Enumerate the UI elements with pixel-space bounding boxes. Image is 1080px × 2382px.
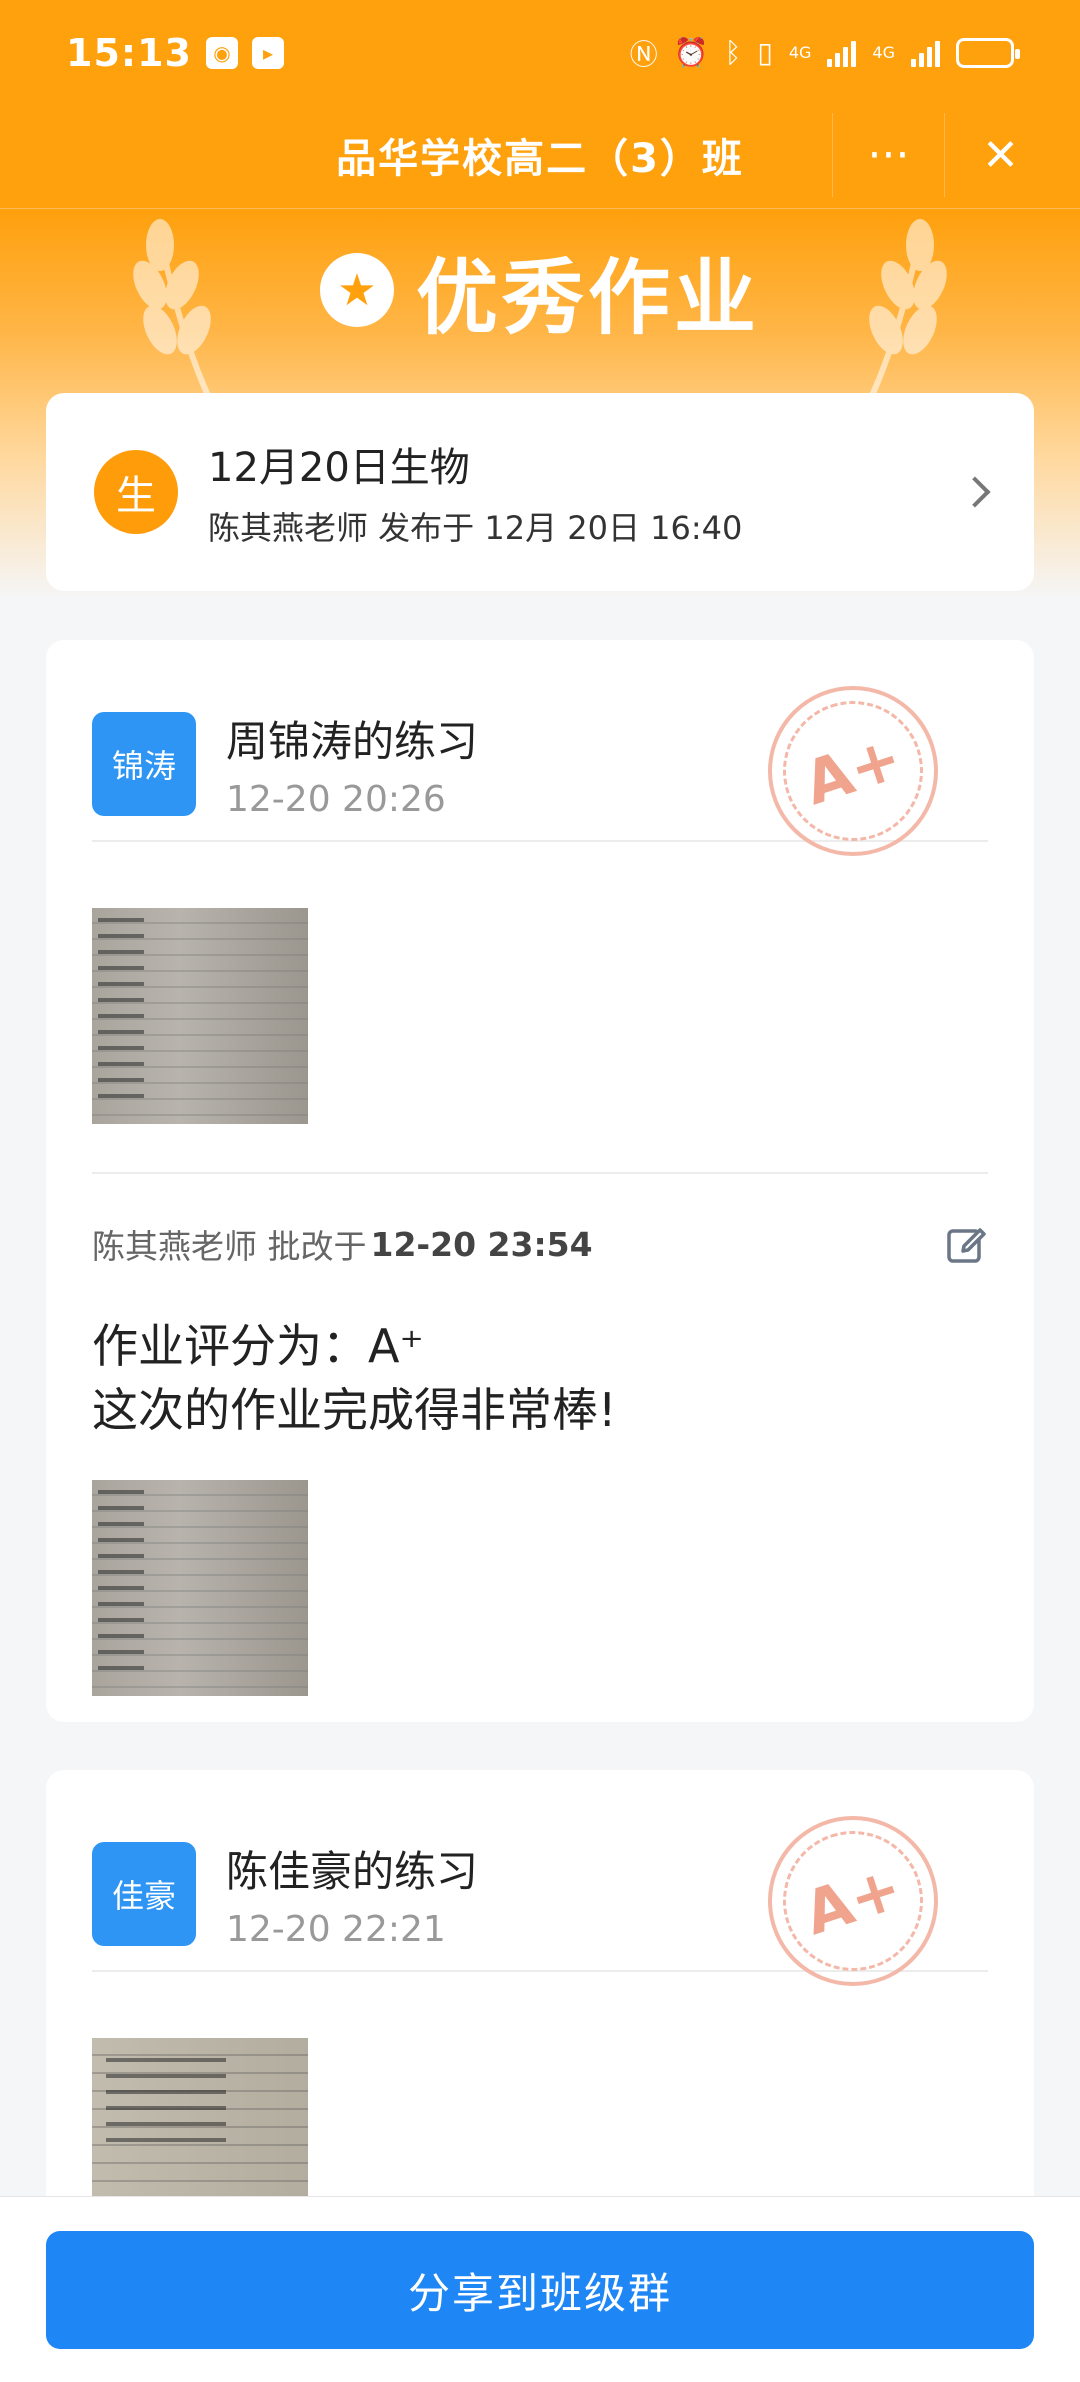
review-time: 12-20 23:54	[370, 1224, 593, 1264]
bottom-bar: 分享到班级群	[0, 2196, 1080, 2382]
student-info: 陈佳豪的练习 12-20 22:21	[226, 1838, 478, 1950]
battery-icon	[956, 37, 1020, 68]
vibrate-icon: ▯	[757, 36, 773, 69]
grade-stamp-text: A+	[764, 682, 942, 860]
review-grade-line: 作业评分为：A⁺	[92, 1319, 424, 1373]
edit-icon[interactable]	[944, 1222, 988, 1266]
submission-time: 12-20 20:26	[226, 779, 446, 820]
share-to-class-group-button[interactable]: 分享到班级群	[46, 2231, 1034, 2349]
grade-stamp-icon: A+	[764, 1812, 942, 1990]
status-indicators: Ⓝ ⏰ ᛒ ▯ 4G 4G	[629, 33, 1020, 73]
grade-stamp-text: A+	[764, 1812, 942, 1990]
review-photo[interactable]	[92, 1480, 308, 1696]
subject-avatar: 生	[94, 450, 178, 534]
review-comment: 这次的作业完成得非常棒!	[92, 1383, 617, 1437]
assignment-title: 12月20日生物	[208, 445, 470, 491]
bluetooth-icon: ᛒ	[724, 36, 742, 69]
student-info: 周锦涛的练习 12-20 20:26	[226, 708, 478, 820]
app-notification-icon: ▸	[251, 36, 284, 69]
submission-card: 锦涛 周锦涛的练习 12-20 20:26 A+ 陈其燕老师 批改于 12-20…	[46, 640, 1034, 1722]
status-time: 15:13	[66, 30, 192, 75]
page-title: 品华学校高二（3）班	[336, 136, 744, 182]
student-avatar: 锦涛	[92, 712, 196, 816]
nav-bar: 品华学校高二（3）班 ··· ✕	[0, 105, 1080, 205]
chevron-right-icon	[959, 476, 991, 508]
assignment-info: 12月20日生物 陈其燕老师 发布于 12月 20日 16:40	[208, 435, 742, 549]
nav-actions: ··· ✕	[832, 105, 1056, 205]
assignment-subtitle: 陈其燕老师 发布于 12月 20日 16:40	[208, 509, 743, 547]
student-name: 周锦涛的练习	[226, 717, 479, 766]
medal-icon: ★	[319, 253, 394, 327]
banner: ★ 优秀作业	[0, 225, 1080, 355]
submission-time: 12-20 22:21	[226, 1909, 446, 1950]
homework-photo[interactable]	[92, 908, 308, 1124]
network-type-2: 4G	[872, 43, 895, 62]
network-type-1: 4G	[788, 43, 812, 62]
student-avatar: 佳豪	[92, 1842, 196, 1946]
nfc-icon: Ⓝ	[629, 37, 658, 71]
banner-title: 优秀作业	[415, 250, 760, 346]
signal-icon	[827, 39, 857, 67]
assignment-card[interactable]: 生 12月20日生物 陈其燕老师 发布于 12月 20日 16:40	[46, 393, 1034, 591]
close-button[interactable]: ✕	[944, 113, 1056, 197]
signal-icon-2	[911, 39, 940, 67]
weibo-icon: ◉	[205, 36, 238, 69]
student-header: 佳豪 陈佳豪的练习 12-20 22:21 A+	[92, 1770, 988, 1990]
student-name: 陈佳豪的练习	[226, 1847, 479, 1896]
review-header: 陈其燕老师 批改于 12-20 23:54	[92, 1174, 988, 1314]
review-teacher: 陈其燕老师 批改于	[92, 1227, 367, 1266]
alarm-icon: ⏰	[673, 36, 709, 69]
student-header: 锦涛 周锦涛的练习 12-20 20:26 A+	[92, 640, 988, 860]
status-bar: 15:13 ◉ ▸ Ⓝ ⏰ ᛒ ▯ 4G 4G	[0, 0, 1080, 105]
grade-stamp-icon: A+	[764, 682, 942, 860]
nav-divider	[0, 208, 1080, 209]
more-button[interactable]: ···	[832, 113, 944, 197]
